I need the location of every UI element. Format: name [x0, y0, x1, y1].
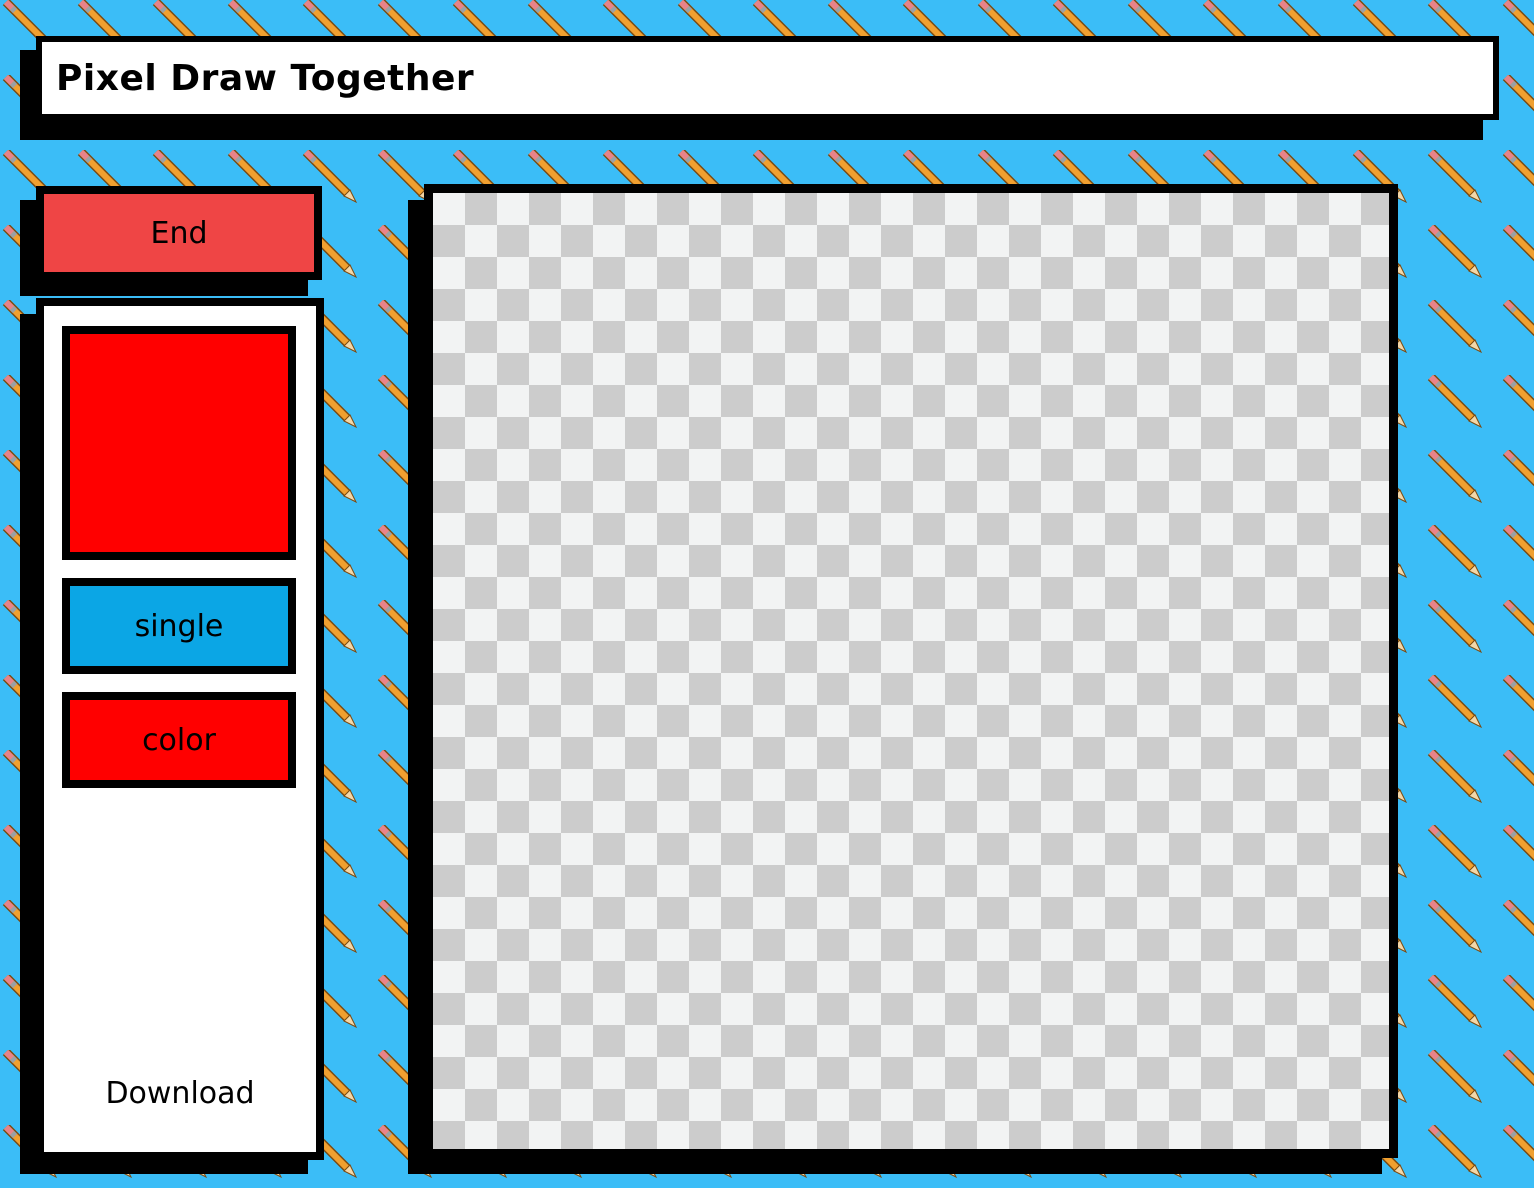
tools-panel: single color Download — [36, 298, 324, 1160]
title-bar: Pixel Draw Together — [36, 36, 1499, 120]
end-button[interactable]: End — [36, 186, 322, 280]
page-title: Pixel Draw Together — [56, 58, 475, 99]
color-swatch[interactable] — [62, 326, 296, 560]
download-button[interactable]: Download — [44, 1076, 316, 1111]
brush-mode-button[interactable]: single — [62, 578, 296, 674]
drawing-canvas[interactable] — [424, 184, 1398, 1158]
color-picker-button[interactable]: color — [62, 692, 296, 788]
